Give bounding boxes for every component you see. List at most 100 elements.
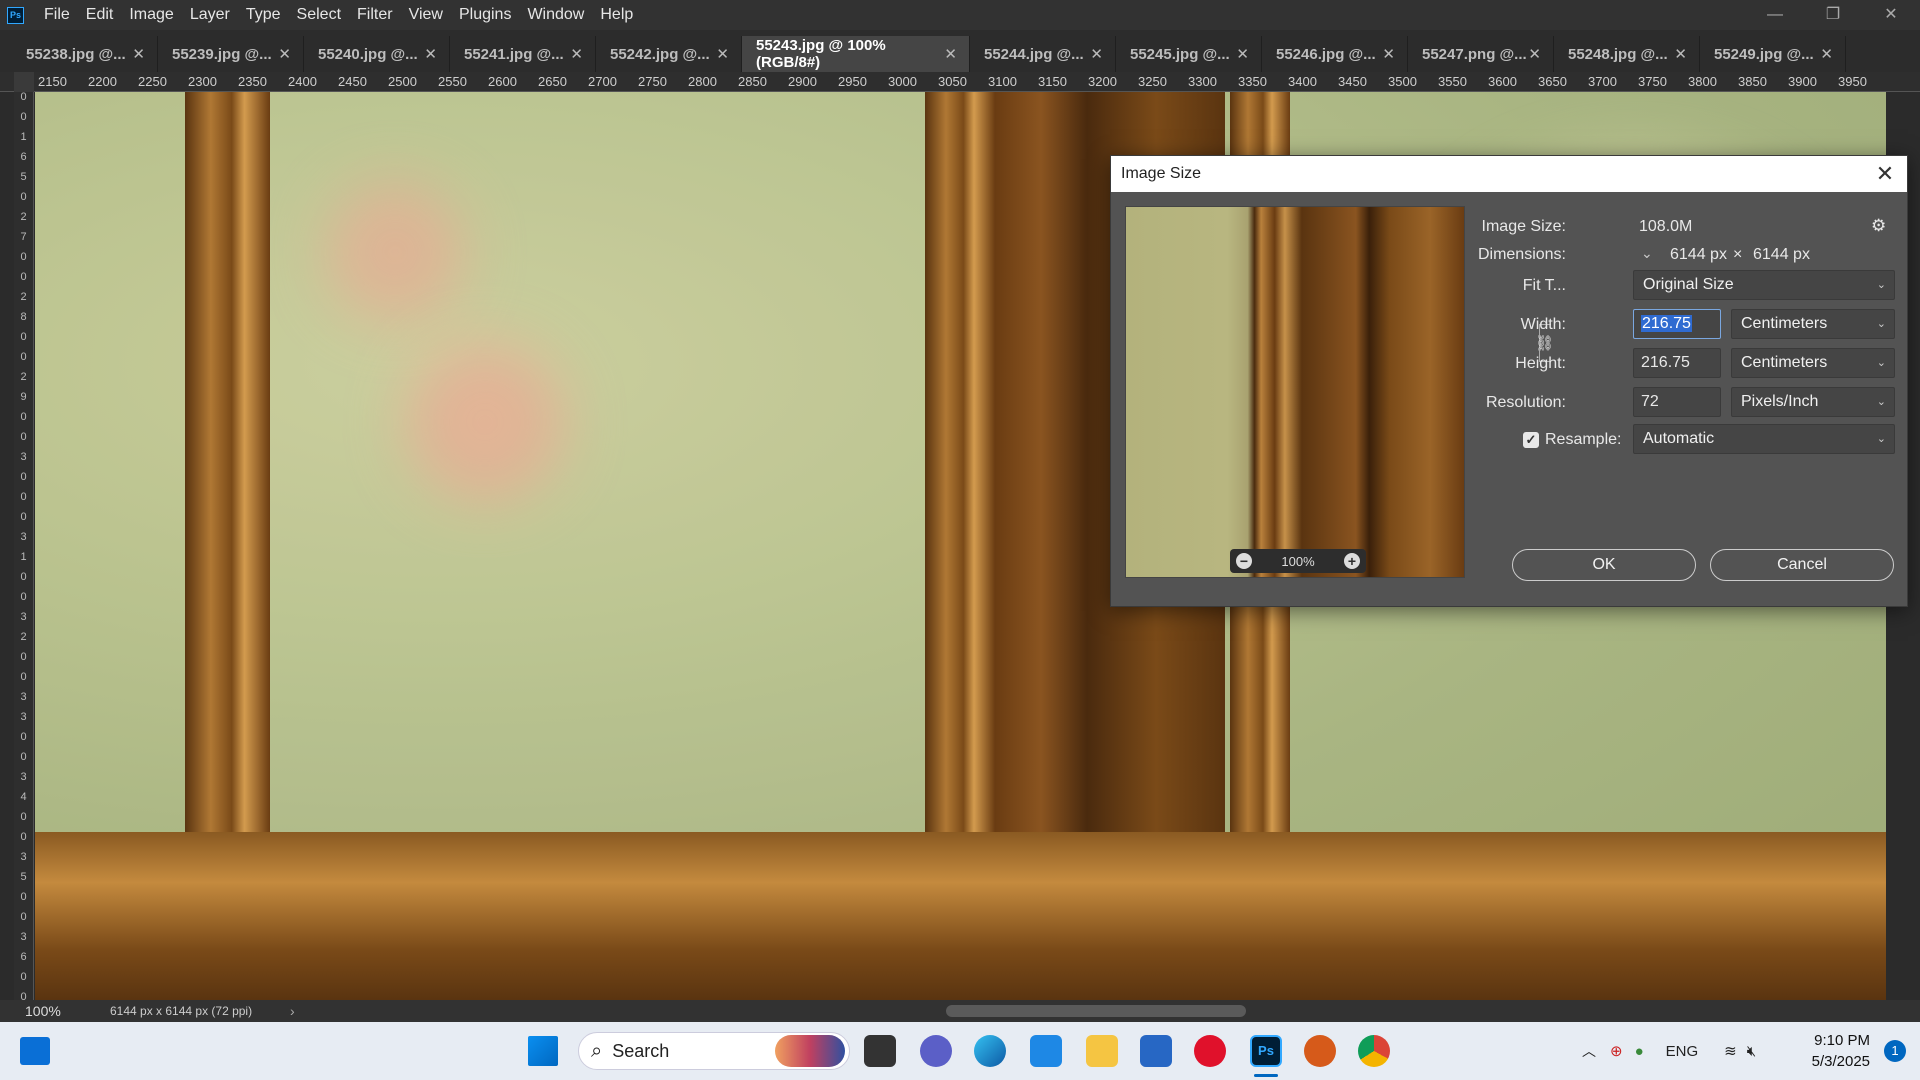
microsoft-store-icon[interactable] — [1140, 1035, 1172, 1067]
opera-icon[interactable] — [1194, 1035, 1226, 1067]
tab-close-icon[interactable]: ✕ — [944, 45, 957, 63]
chevron-down-icon: ⌄ — [1876, 357, 1886, 369]
search-placeholder: Search — [612, 1040, 670, 1061]
grammarly-icon[interactable] — [1304, 1035, 1336, 1067]
resample-checkbox[interactable]: ✓ — [1523, 432, 1539, 448]
ruler-tick-label: 3 — [20, 451, 27, 463]
chain-link-icon[interactable]: ⛓ — [1535, 334, 1554, 352]
menu-plugins[interactable]: Plugins — [451, 0, 519, 30]
gear-icon[interactable]: ⚙ — [1871, 216, 1886, 236]
language-indicator[interactable]: ENG — [1666, 1043, 1699, 1060]
document-tab[interactable]: 55242.jpg @... ✕ — [596, 36, 742, 72]
horizontal-ruler[interactable]: 2150 2200 2250 2300 2350 2400 2450 2500 2550 2600… — [0, 72, 1920, 92]
fit-to-dropdown[interactable]: Original Size ⌄ — [1633, 270, 1895, 300]
document-tab[interactable]: 55240.jpg @... ✕ — [304, 36, 450, 72]
wifi-icon[interactable]: ≋ — [1724, 1042, 1737, 1060]
widgets-icon[interactable] — [20, 1037, 50, 1065]
document-tab[interactable]: 55245.jpg @... ✕ — [1116, 36, 1262, 72]
clock[interactable]: 9:10 PM 5/3/2025 — [1812, 1030, 1870, 1072]
search-box[interactable]: ⌕ Search — [578, 1032, 850, 1070]
zoom-out-icon[interactable]: − — [1236, 553, 1252, 569]
vpn-icon[interactable]: ⊕ — [1610, 1042, 1623, 1060]
horizontal-scrollbar-thumb[interactable] — [946, 1005, 1246, 1017]
height-input[interactable]: 216.75 — [1633, 348, 1721, 378]
document-tab[interactable]: 55239.jpg @... ✕ — [158, 36, 304, 72]
edge-icon[interactable] — [974, 1035, 1006, 1067]
tab-close-icon[interactable]: ✕ — [1820, 45, 1833, 63]
volume-muted-icon[interactable]: 🔇︎ — [1747, 1043, 1756, 1060]
tab-close-icon[interactable]: ✕ — [424, 45, 437, 63]
tab-label: 55249.jpg @... — [1714, 45, 1814, 63]
tab-close-icon[interactable]: ✕ — [1674, 45, 1687, 63]
teams-icon[interactable] — [920, 1035, 952, 1067]
task-view-icon[interactable] — [864, 1035, 896, 1067]
ruler-tick-label: 2750 — [638, 74, 667, 89]
height-unit-dropdown[interactable]: Centimeters ⌄ — [1731, 348, 1895, 378]
ruler-labels: 2150 2200 2250 2300 2350 2400 2450 2500 2550 2600… — [38, 74, 1888, 89]
chrome-icon[interactable] — [1358, 1035, 1390, 1067]
photoshop-taskbar-icon[interactable]: Ps — [1250, 1035, 1282, 1067]
dialog-titlebar[interactable]: Image Size ✕ — [1111, 156, 1907, 192]
document-tab[interactable]: 55248.jpg @... ✕ — [1554, 36, 1700, 72]
image-preview[interactable]: − 100% + — [1125, 206, 1465, 578]
ruler-tick-label: 2 — [20, 291, 27, 303]
document-tab[interactable]: 55241.jpg @... ✕ — [450, 36, 596, 72]
menu-file[interactable]: File — [36, 0, 78, 30]
status-arrow-icon[interactable]: › — [290, 1003, 295, 1019]
network-globe-icon[interactable]: ● — [1635, 1043, 1644, 1060]
ruler-tick-label: 3100 — [988, 74, 1017, 89]
dimensions-label: Dimensions: — [1477, 246, 1566, 263]
document-tab[interactable]: 55243.jpg @ 100% (RGB/8#) ✕ — [742, 36, 970, 72]
ruler-tick-label: 2900 — [788, 74, 817, 89]
resample-dropdown[interactable]: Automatic ⌄ — [1633, 424, 1895, 454]
menu-filter[interactable]: Filter — [349, 0, 401, 30]
menu-view[interactable]: View — [401, 0, 451, 30]
resolution-unit-dropdown[interactable]: Pixels/Inch ⌄ — [1731, 387, 1895, 417]
menu-help[interactable]: Help — [592, 0, 641, 30]
resolution-input[interactable]: 72 — [1633, 387, 1721, 417]
ruler-tick-label: 0 — [20, 751, 27, 763]
close-window-icon[interactable]: ✕ — [1862, 0, 1920, 30]
menu-window[interactable]: Window — [519, 0, 592, 30]
menu-type[interactable]: Type — [238, 0, 289, 30]
vertical-ruler[interactable]: 0 0 1 6 5 0 2 7 0 0 2 8 0 0 2 9 0 0 3 0 0 0 3 1 0 0 3 2 0 0 3 3 0 0 3 4 0 0 3 5… — [14, 92, 34, 1000]
document-tab[interactable]: 55249.jpg @... ✕ — [1700, 36, 1846, 72]
ruler-tick-label: 2950 — [838, 74, 867, 89]
tab-close-icon[interactable]: ✕ — [570, 45, 583, 63]
document-tab[interactable]: 55238.jpg @... ✕ — [12, 36, 158, 72]
tab-close-icon[interactable]: ✕ — [1382, 45, 1395, 63]
menu-select[interactable]: Select — [289, 0, 349, 30]
notification-badge[interactable]: 1 — [1884, 1040, 1906, 1062]
tab-close-icon[interactable]: ✕ — [1236, 45, 1249, 63]
zoom-level[interactable]: 100% — [25, 1003, 110, 1019]
cancel-button[interactable]: Cancel — [1710, 549, 1894, 581]
fit-to-value: Original Size — [1643, 276, 1734, 293]
ruler-tick-label: 0 — [20, 411, 27, 423]
start-menu-icon[interactable] — [528, 1036, 558, 1066]
tab-close-icon[interactable]: ✕ — [278, 45, 291, 63]
chevron-up-icon[interactable]: ︿ — [1582, 1041, 1596, 1061]
document-tab[interactable]: 55244.jpg @... ✕ — [970, 36, 1116, 72]
tab-close-icon[interactable]: ✕ — [1528, 45, 1541, 63]
close-icon[interactable]: ✕ — [1873, 161, 1897, 187]
minimize-icon[interactable]: — — [1746, 0, 1804, 30]
system-tray: ︿ ⊕ ● ENG ≋ 🔇︎ — [1582, 1022, 1756, 1080]
tab-close-icon[interactable]: ✕ — [716, 45, 729, 63]
width-input[interactable]: 216.75 — [1633, 309, 1721, 339]
tab-close-icon[interactable]: ✕ — [1090, 45, 1103, 63]
snipping-tool-icon[interactable] — [1030, 1035, 1062, 1067]
menu-edit[interactable]: Edit — [78, 0, 122, 30]
document-tab[interactable]: 55247.png @... ✕ — [1408, 36, 1554, 72]
photoshop-logo-icon[interactable]: Ps — [7, 6, 24, 24]
tab-close-icon[interactable]: ✕ — [132, 45, 145, 63]
menu-image[interactable]: Image — [121, 0, 181, 30]
file-explorer-icon[interactable] — [1086, 1035, 1118, 1067]
restore-icon[interactable]: ❐ — [1804, 0, 1862, 30]
document-tab[interactable]: 55246.jpg @... ✕ — [1262, 36, 1408, 72]
width-unit-dropdown[interactable]: Centimeters ⌄ — [1731, 309, 1895, 339]
dimensions-dropdown-icon[interactable]: ⌄ — [1641, 245, 1653, 262]
menu-layer[interactable]: Layer — [182, 0, 238, 30]
ok-button[interactable]: OK — [1512, 549, 1696, 581]
window-pane — [270, 92, 925, 832]
zoom-in-icon[interactable]: + — [1344, 553, 1360, 569]
